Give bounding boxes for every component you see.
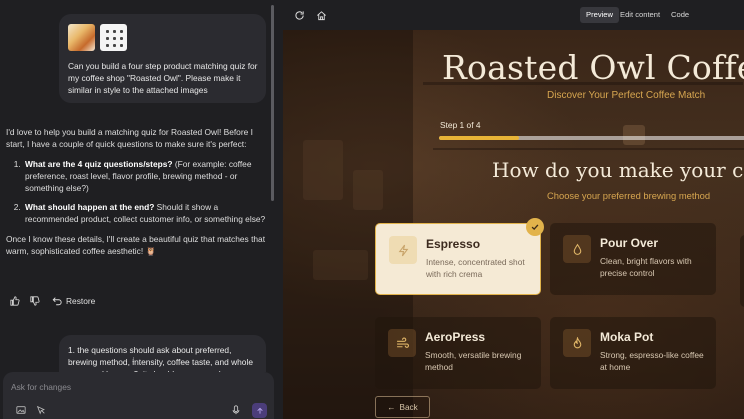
option-card-partial[interactable] bbox=[740, 235, 744, 307]
option-card-aeropress[interactable]: AeroPress Smooth, versatile brewing meth… bbox=[375, 317, 541, 389]
step-indicator: Step 1 of 4 bbox=[440, 120, 481, 130]
tab-edit-content[interactable]: Edit content bbox=[614, 7, 666, 23]
option-card-moka-pot[interactable]: Moka Pot Strong, espresso-like coffee at… bbox=[550, 317, 716, 389]
chat-panel: Can you build a four step product matchi… bbox=[0, 0, 283, 419]
chat-scrollbar[interactable] bbox=[271, 5, 274, 201]
tab-code[interactable]: Code bbox=[665, 7, 695, 23]
attachment-thumbnail[interactable] bbox=[100, 24, 127, 51]
option-description: Strong, espresso-like coffee at home bbox=[600, 350, 704, 372]
restore-label: Restore bbox=[66, 296, 96, 306]
assistant-outro: Once I know these details, I'll create a… bbox=[6, 234, 266, 256]
progress-bar bbox=[439, 136, 744, 140]
thumbs-down-icon[interactable] bbox=[30, 296, 40, 306]
user-message: Can you build a four step product matchi… bbox=[59, 14, 266, 103]
quiz-subtitle: Discover Your Perfect Coffee Match bbox=[547, 90, 706, 101]
arrow-up-icon bbox=[256, 407, 263, 414]
undo-icon bbox=[52, 296, 62, 306]
bolt-icon bbox=[389, 236, 417, 264]
flame-icon bbox=[563, 329, 591, 357]
option-title: Pour Over bbox=[600, 236, 659, 250]
user-message: 1. the questions should ask about prefer… bbox=[59, 335, 266, 372]
selected-check-icon bbox=[526, 218, 544, 236]
option-description: Smooth, versatile brewing method bbox=[425, 350, 522, 372]
back-button[interactable]: ← Back bbox=[375, 396, 430, 418]
droplet-icon bbox=[563, 235, 591, 263]
option-card-espresso[interactable]: Espresso Intense, concentrated shot with… bbox=[375, 223, 541, 295]
home-icon[interactable] bbox=[316, 10, 327, 21]
option-card-pour-over[interactable]: Pour Over Clean, bright flavors with pre… bbox=[550, 223, 716, 295]
assistant-intro: I'd love to help you build a matching qu… bbox=[6, 127, 253, 149]
thumbs-up-icon[interactable] bbox=[10, 296, 20, 306]
chat-history[interactable]: Can you build a four step product matchi… bbox=[0, 0, 270, 372]
send-button[interactable] bbox=[252, 403, 267, 418]
user-message-text: 1. the questions should ask about prefer… bbox=[68, 345, 253, 372]
user-message-text: Can you build a four step product matchi… bbox=[68, 61, 258, 96]
composer bbox=[3, 372, 274, 419]
quiz-title: Roasted Owl Coffee bbox=[442, 48, 744, 87]
question-hint: Choose your preferred brewing method bbox=[547, 190, 711, 201]
restore-button[interactable]: Restore bbox=[52, 296, 95, 306]
progress-fill bbox=[439, 136, 519, 140]
option-description: Clean, bright flavors with precise contr… bbox=[600, 256, 692, 278]
assistant-message: I'd love to help you build a matching qu… bbox=[6, 126, 268, 265]
back-label: Back bbox=[399, 402, 418, 412]
refresh-icon[interactable] bbox=[294, 10, 305, 21]
option-description: Intense, concentrated shot with rich cre… bbox=[426, 257, 525, 279]
option-title: Espresso bbox=[426, 237, 481, 251]
option-title: AeroPress bbox=[425, 330, 486, 344]
background-decor bbox=[303, 140, 343, 200]
preview-panel: Preview Edit content Code Roasted Owl Co… bbox=[283, 0, 744, 419]
microphone-icon[interactable] bbox=[231, 405, 241, 415]
select-element-icon[interactable] bbox=[36, 405, 46, 415]
assistant-question-item: What should happen at the end? Should it… bbox=[23, 201, 268, 225]
wind-icon bbox=[388, 329, 416, 357]
preview-toolbar: Preview Edit content Code bbox=[283, 0, 744, 30]
background-decor bbox=[353, 170, 383, 210]
assistant-question-list: What are the 4 quiz questions/steps? (Fo… bbox=[23, 158, 268, 225]
option-title: Moka Pot bbox=[600, 330, 654, 344]
message-actions: Restore bbox=[10, 295, 95, 307]
image-upload-icon[interactable] bbox=[16, 405, 26, 415]
background-decor bbox=[623, 125, 645, 145]
ask-for-changes-input[interactable] bbox=[11, 380, 251, 394]
background-decor bbox=[313, 250, 368, 280]
background-shelf bbox=[433, 148, 744, 150]
scroll-down-icon[interactable]: ↓ bbox=[131, 354, 136, 364]
question-title: How do you make your coffee? bbox=[492, 158, 744, 182]
assistant-question-item: What are the 4 quiz questions/steps? (Fo… bbox=[23, 158, 268, 194]
arrow-left-icon: ← bbox=[387, 402, 396, 412]
quiz-preview: Roasted Owl Coffee Discover Your Perfect… bbox=[283, 30, 744, 419]
attachment-thumbnail[interactable] bbox=[68, 24, 95, 51]
